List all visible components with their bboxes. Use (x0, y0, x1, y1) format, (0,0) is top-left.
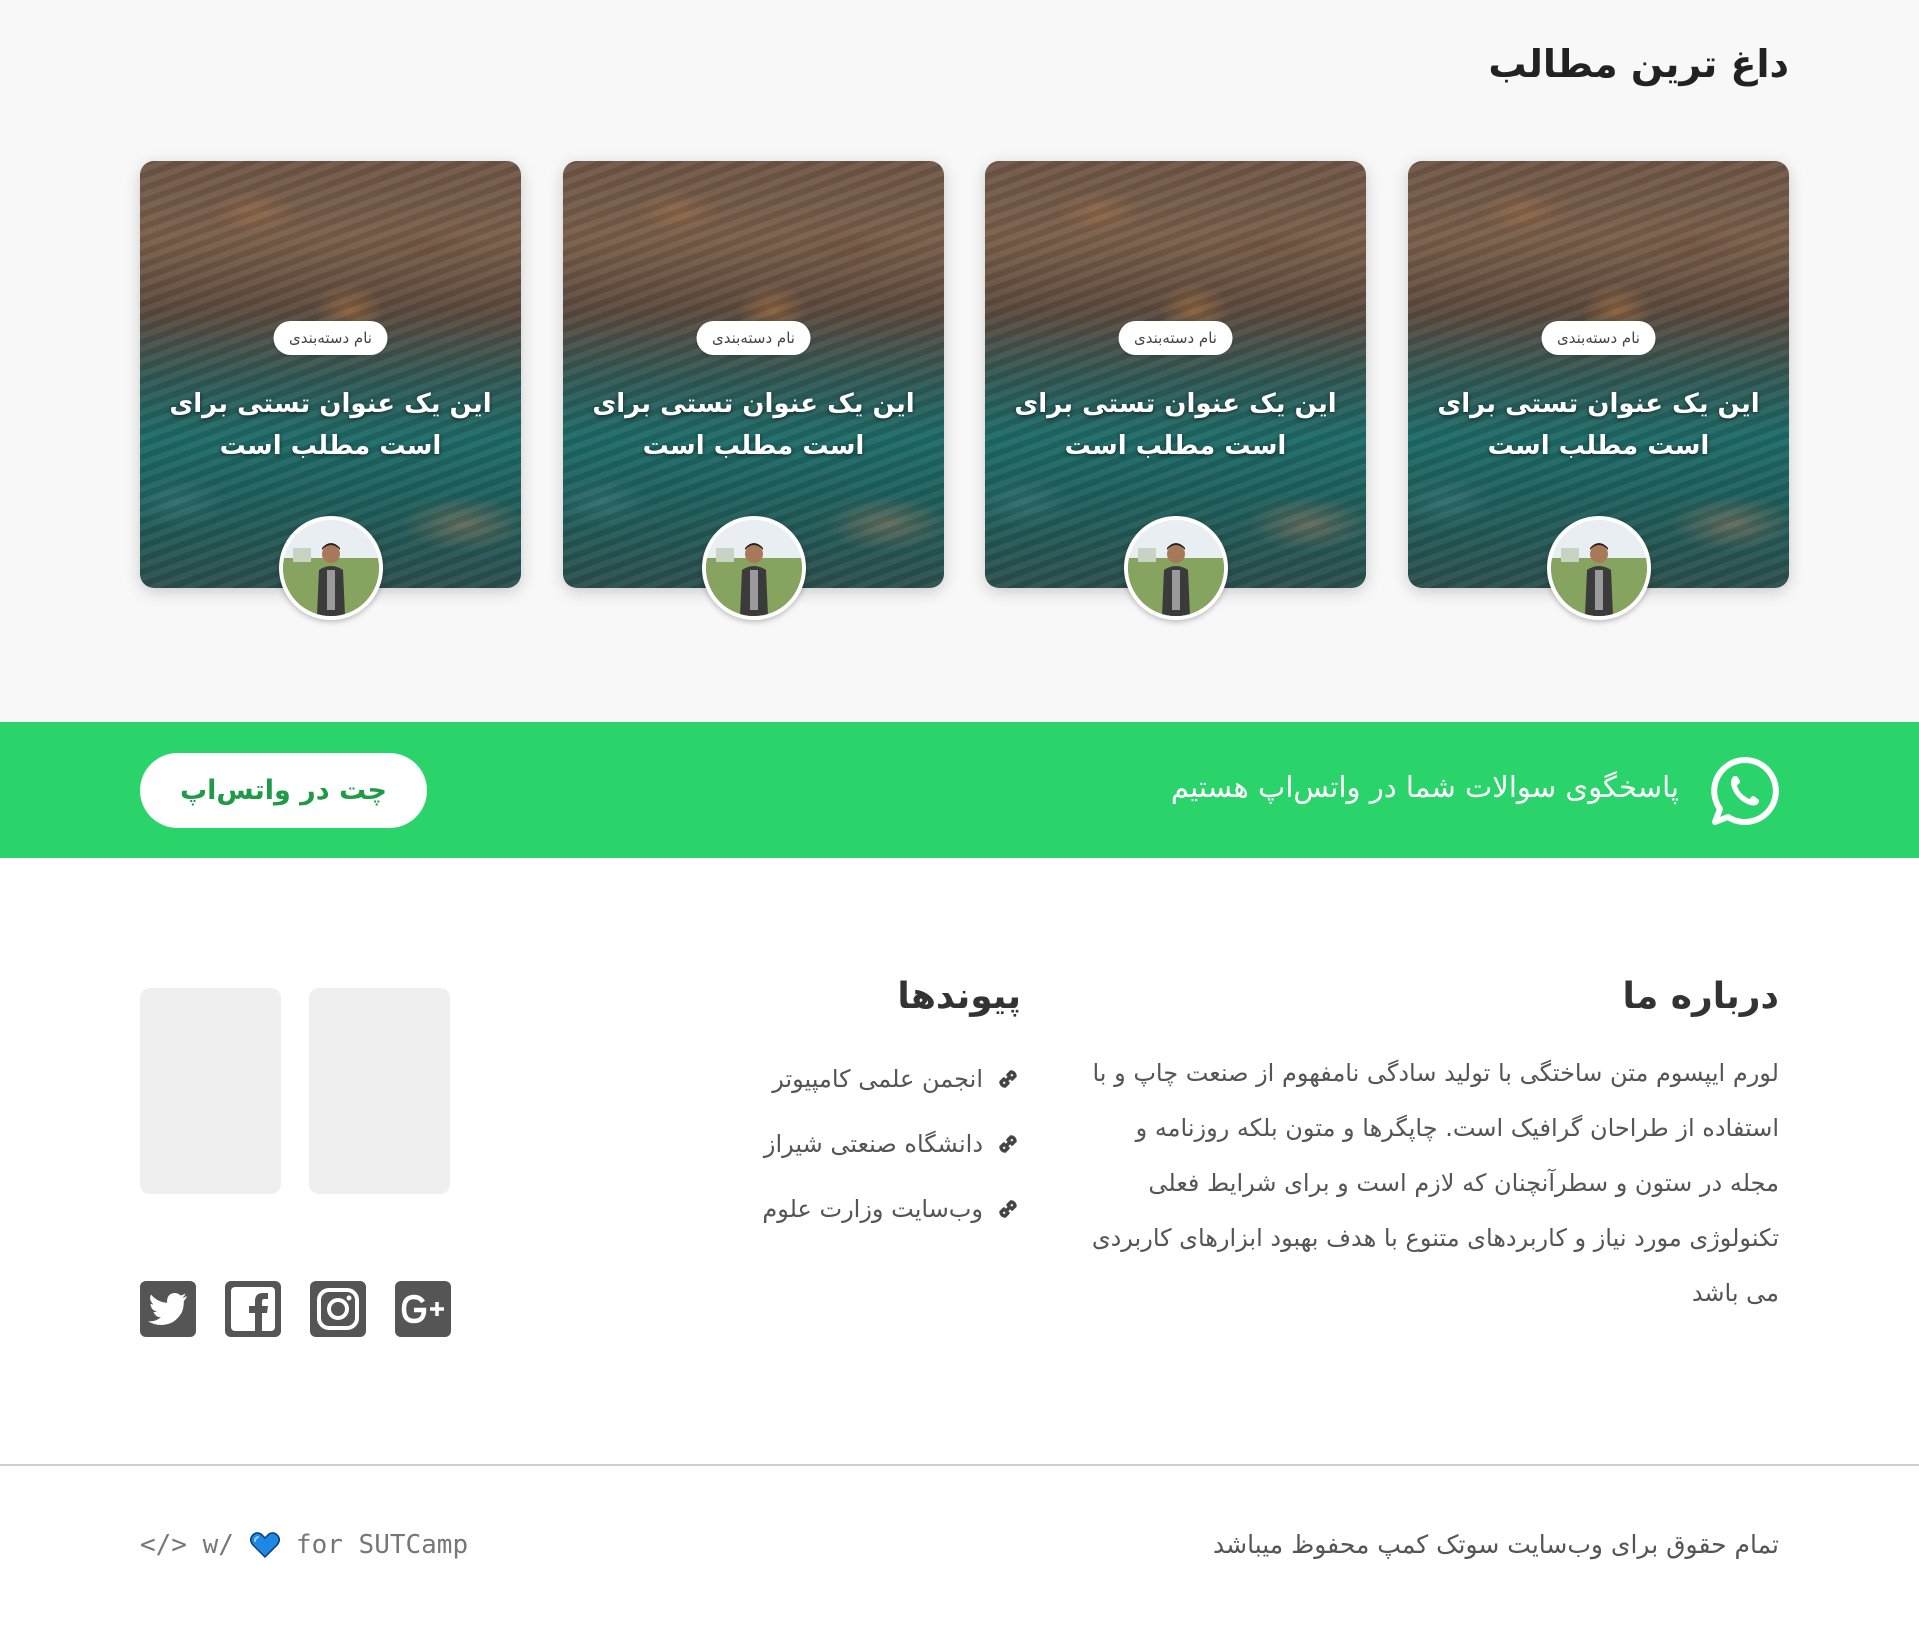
post-card[interactable]: نام دسته‌بندی این یک عنوان تستی برای است… (985, 161, 1366, 620)
copyright-text: تمام حقوق برای وب‌سایت سوتک کمپ محفوظ می… (1213, 1530, 1779, 1559)
card-title[interactable]: این یک عنوان تستی برای است مطلب است (1428, 383, 1769, 467)
instagram-icon[interactable] (310, 1281, 366, 1337)
credit-suffix: for SUTCamp (295, 1530, 469, 1560)
footer-link-label: وب‌سایت وزارت علوم (762, 1194, 983, 1223)
whatsapp-bar: پاسخگوی سوالات شما در واتس‌اپ هستیم چت د… (0, 722, 1919, 858)
footer-link-label: دانشگاه صنعتی شیراز (763, 1129, 983, 1158)
footer-link-label: انجمن علمی کامپیوتر (772, 1064, 983, 1093)
credit-text: </> w/ for SUTCamp (140, 1530, 468, 1560)
code-symbol: </> w/ (140, 1530, 234, 1560)
footer-link[interactable]: انجمن علمی کامپیوتر (762, 1046, 1021, 1111)
section-title: داغ ترین مطالب (1488, 42, 1789, 86)
card-title[interactable]: این یک عنوان تستی برای است مطلب است (160, 383, 501, 467)
about-text: لورم ایپسوم متن ساختگی با تولید سادگی نا… (1091, 1059, 1779, 1307)
category-badge[interactable]: نام دسته‌بندی (1541, 321, 1656, 355)
post-card[interactable]: نام دسته‌بندی این یک عنوان تستی برای است… (140, 161, 521, 620)
footer-divider (0, 1464, 1919, 1466)
heart-icon (249, 1531, 280, 1559)
card-title[interactable]: این یک عنوان تستی برای است مطلب است (583, 383, 924, 467)
post-card[interactable]: نام دسته‌بندی این یک عنوان تستی برای است… (1408, 161, 1789, 620)
links-title: پیوندها (897, 976, 1021, 1017)
author-avatar[interactable] (1123, 516, 1228, 620)
author-avatar[interactable] (1546, 516, 1651, 620)
footer-link[interactable]: دانشگاه صنعتی شیراز (762, 1111, 1021, 1176)
card-title[interactable]: این یک عنوان تستی برای است مطلب است (1005, 383, 1346, 467)
author-avatar[interactable] (701, 516, 806, 620)
whatsapp-chat-button[interactable]: چت در واتس‌اپ (140, 753, 427, 828)
hot-posts-section: داغ ترین مطالب نام دسته‌بندی این یک عنوا… (0, 0, 1919, 722)
link-icon (995, 1066, 1021, 1092)
post-card[interactable]: نام دسته‌بندی این یک عنوان تستی برای است… (563, 161, 944, 620)
about-title: درباره ما (1622, 976, 1779, 1017)
google-plus-icon[interactable] (395, 1281, 451, 1337)
link-icon (995, 1196, 1021, 1222)
author-avatar[interactable] (278, 516, 383, 620)
category-badge[interactable]: نام دسته‌بندی (273, 321, 388, 355)
twitter-icon[interactable] (140, 1281, 196, 1337)
footer-link[interactable]: وب‌سایت وزارت علوم (762, 1176, 1021, 1241)
whatsapp-icon (1710, 756, 1780, 826)
facebook-icon[interactable] (225, 1281, 281, 1337)
page: داغ ترین مطالب نام دسته‌بندی این یک عنوا… (0, 0, 1919, 1626)
whatsapp-text: پاسخگوی سوالات شما در واتس‌اپ هستیم (1170, 770, 1679, 804)
category-badge[interactable]: نام دسته‌بندی (1118, 321, 1233, 355)
links-list: انجمن علمی کامپیوتر دانشگاه صنعتی شیراز (762, 1046, 1021, 1241)
image-placeholder (309, 988, 450, 1194)
category-badge[interactable]: نام دسته‌بندی (696, 321, 811, 355)
link-icon (995, 1131, 1021, 1157)
image-placeholder (140, 988, 281, 1194)
